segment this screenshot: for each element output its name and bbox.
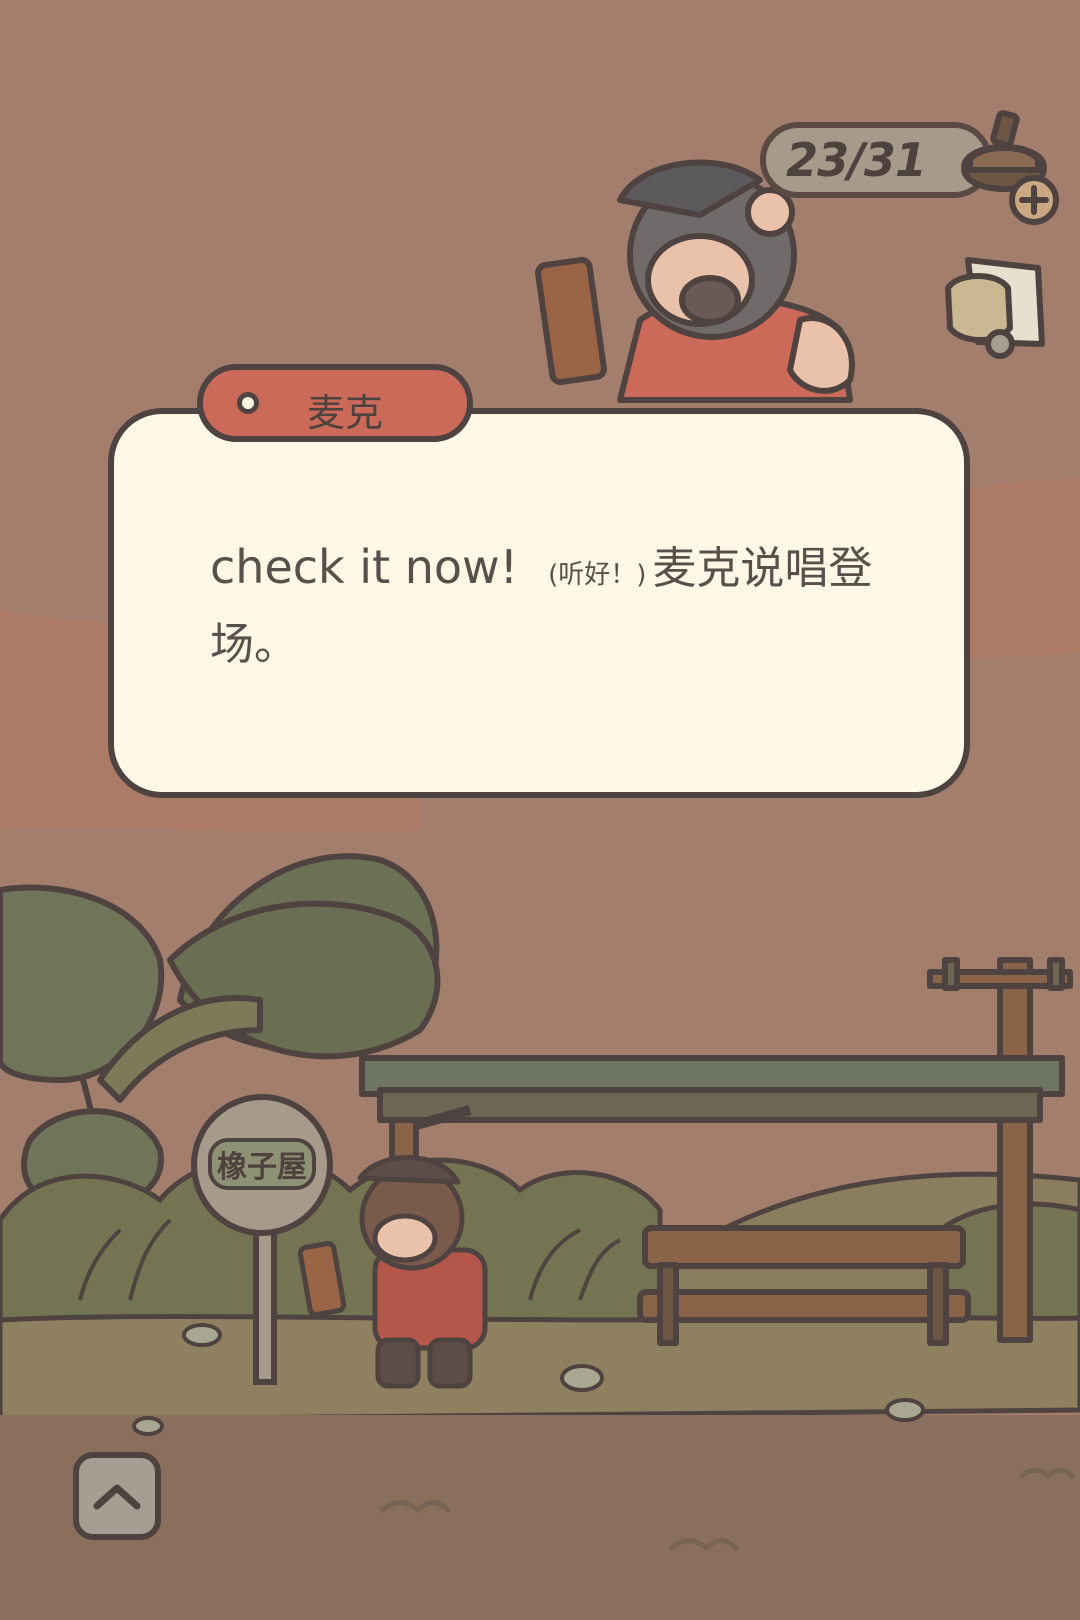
acorn-energy-plus-icon[interactable] <box>948 100 1060 232</box>
dialog-line: check it now! (听好！) 麦克说唱登场。 <box>210 532 890 680</box>
bus-stop-sign-label: 橡子屋 <box>217 1150 307 1185</box>
energy-count: 23/31 <box>786 133 927 187</box>
dialog-line-note: (听好！) <box>548 560 647 590</box>
chevron-up-icon <box>93 1484 141 1510</box>
speaker-name-tab: 麦克 <box>197 364 473 442</box>
speaker-name: 麦克 <box>306 391 383 435</box>
fist-bump-icon[interactable] <box>938 248 1058 360</box>
background-scene: 橡子屋 <box>0 0 1080 1620</box>
dialog-box[interactable]: check it now! (听好！) 麦克说唱登场。 <box>108 408 970 798</box>
collapse-button[interactable] <box>73 1452 161 1540</box>
dialog-line-english: check it now! <box>210 540 519 594</box>
